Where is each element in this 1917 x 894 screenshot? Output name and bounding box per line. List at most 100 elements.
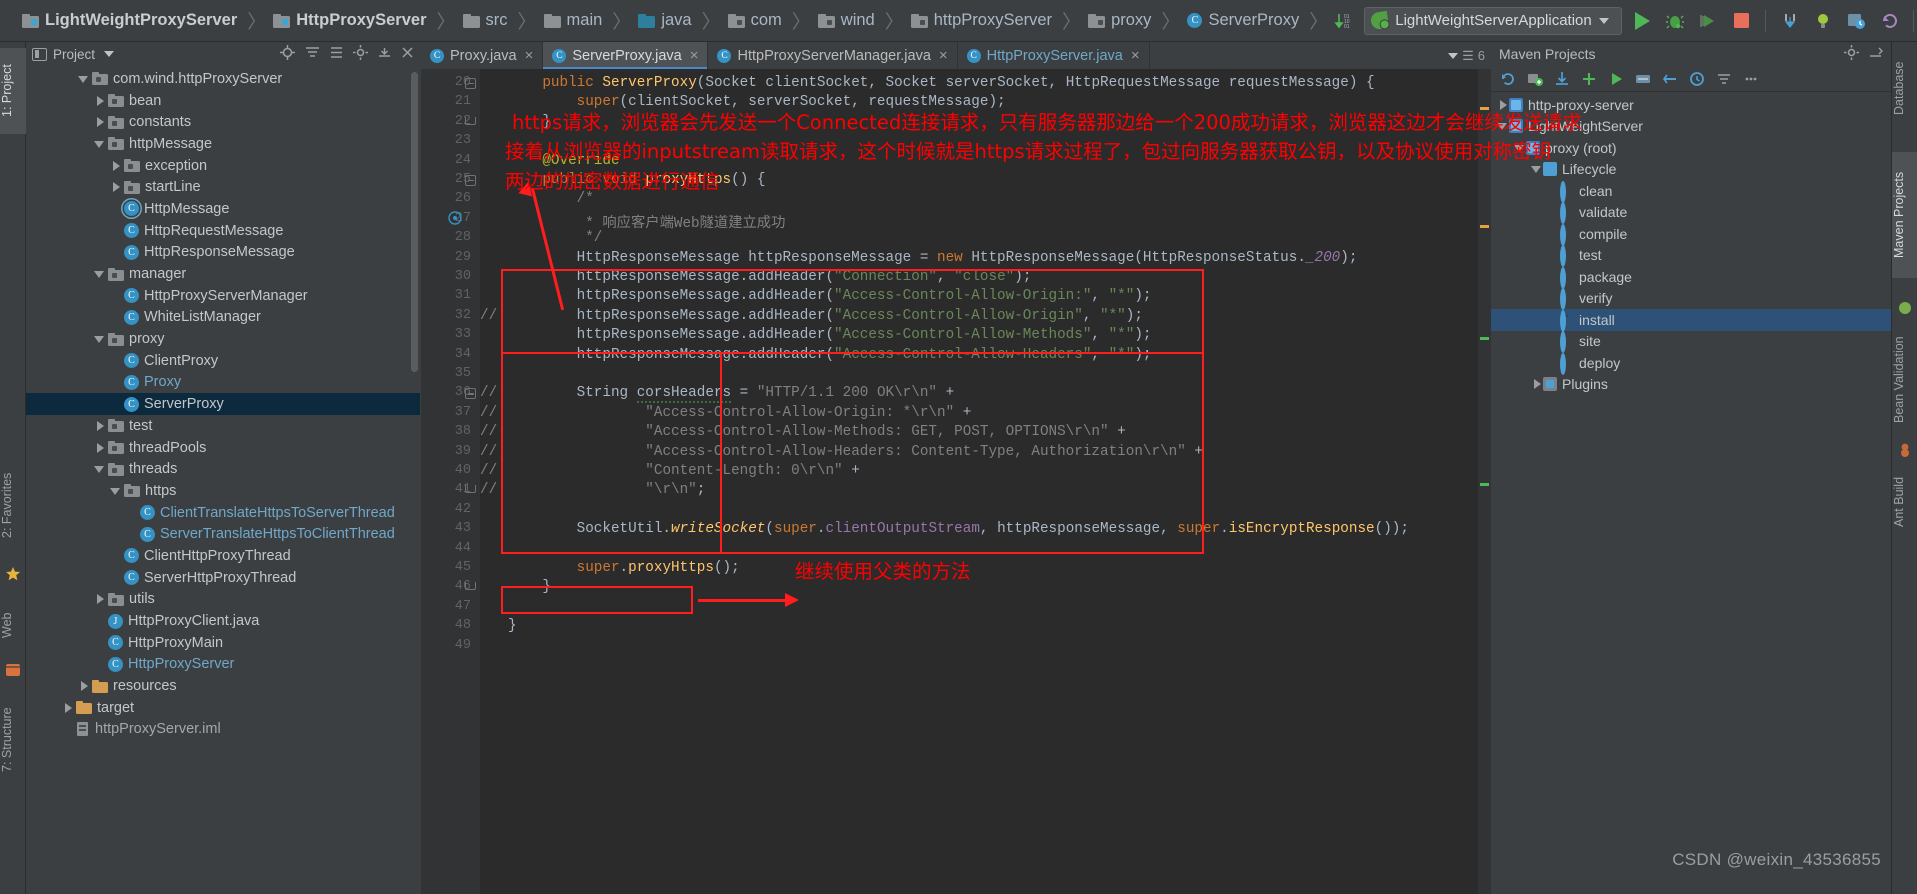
breadcrumb-item-lightweightproxyserver[interactable]: LightWeightProxyServer — [18, 0, 241, 42]
chevron-right-icon[interactable] — [1531, 378, 1543, 390]
collapse-all-icon[interactable] — [305, 45, 320, 63]
project-view-chevron-down-icon[interactable] — [104, 51, 115, 57]
close-icon[interactable]: × — [525, 47, 534, 64]
breadcrumb-item-serverproxy[interactable]: C ServerProxy — [1183, 0, 1303, 42]
chevron-down-icon[interactable] — [94, 268, 106, 280]
sort-numeric-icon[interactable]: 01 10 01 — [1331, 8, 1357, 34]
tree-item-threadpools[interactable]: threadPools — [26, 437, 420, 459]
maven-hide-icon[interactable] — [1869, 46, 1883, 63]
plus-icon[interactable] — [1581, 71, 1597, 87]
tree-item-clienthttpproxythread[interactable]: C ClientHttpProxyThread — [26, 545, 420, 567]
sidebar-item-maven-projects[interactable]: Maven Projects — [1892, 152, 1917, 278]
step-into-icon[interactable] — [1777, 8, 1803, 34]
collapse-icon[interactable] — [1716, 71, 1732, 87]
breadcrumb-item-main[interactable]: main — [540, 0, 607, 42]
more-options-icon[interactable] — [1743, 71, 1759, 87]
locate-icon[interactable] — [280, 45, 295, 63]
tree-item-httpproxyservermanager[interactable]: C HttpProxyServerManager — [26, 285, 420, 307]
tree-item-bean[interactable]: bean — [26, 90, 420, 112]
project-tree-scrollbar[interactable] — [411, 72, 418, 372]
tree-item-httpresponsemessage[interactable]: C HttpResponseMessage — [26, 242, 420, 264]
tree-item-com-wind-httpproxyserver[interactable]: com.wind.httpProxyServer — [26, 68, 420, 90]
chevron-right-icon[interactable] — [94, 420, 106, 432]
hide-icon[interactable] — [378, 46, 391, 62]
tree-item-startline[interactable]: startLine — [26, 176, 420, 198]
maven-item-test[interactable]: test — [1491, 245, 1891, 268]
editor-tab-overflow[interactable]: ☰ 6 — [1448, 42, 1491, 69]
marker-warning-2[interactable] — [1480, 225, 1489, 228]
code-fold-icon[interactable] — [465, 582, 476, 591]
editor-tab-serverproxy-java[interactable]: C ServerProxy.java × — [543, 42, 709, 69]
tree-item-resources[interactable]: resources — [26, 675, 420, 697]
execute-goal-icon[interactable] — [1689, 71, 1705, 87]
code-fold-icon[interactable] — [465, 485, 476, 494]
maven-item-deploy[interactable]: deploy — [1491, 352, 1891, 375]
close-icon[interactable]: × — [690, 47, 699, 64]
close-icon[interactable]: × — [1131, 47, 1140, 64]
tree-item-clienttranslatehttpstoserverthread[interactable]: C ClientTranslateHttpsToServerThread — [26, 502, 420, 524]
code-fold-icon[interactable] — [465, 388, 476, 400]
web-icon[interactable] — [5, 662, 21, 678]
maven-item-site[interactable]: site — [1491, 331, 1891, 354]
marker-change[interactable] — [1480, 337, 1489, 340]
hint-bulb-icon[interactable] — [1810, 8, 1836, 34]
breadcrumb-item-wind[interactable]: wind — [814, 0, 879, 42]
tree-item-httpproxyserver-iml[interactable]: httpProxyServer.iml — [26, 719, 420, 741]
tree-item-https[interactable]: https — [26, 480, 420, 502]
tree-item-threads[interactable]: threads — [26, 458, 420, 480]
run-method-gutter-icon[interactable] — [448, 211, 462, 225]
sidebar-item-database[interactable]: Database — [1892, 50, 1917, 126]
editor-tab-httpproxyservermanager-java[interactable]: C HttpProxyServerManager.java × — [708, 42, 958, 69]
tree-item-httpproxyclient-java[interactable]: J HttpProxyClient.java — [26, 610, 420, 632]
chevron-right-icon[interactable] — [62, 702, 74, 714]
screenshot-icon[interactable] — [1843, 8, 1869, 34]
tree-item-httpproxymain[interactable]: C HttpProxyMain — [26, 632, 420, 654]
maven-settings-gear-icon[interactable] — [1844, 45, 1859, 63]
tree-item-target[interactable]: target — [26, 697, 420, 719]
favorites-star-icon[interactable] — [5, 566, 21, 582]
editor-tab-httpproxyserver-java[interactable]: C HttpProxyServer.java × — [958, 42, 1150, 69]
sidebar-item-structure[interactable]: 7: Structure — [0, 692, 26, 788]
chevron-right-icon[interactable] — [78, 680, 90, 692]
code-fold-icon[interactable] — [465, 116, 476, 125]
breadcrumb-item-httpproxyserver[interactable]: httpProxyServer — [907, 0, 1056, 42]
close-icon[interactable] — [401, 46, 414, 62]
project-file-tree[interactable]: com.wind.httpProxyServer bean constants htt… — [26, 68, 420, 894]
run-icon[interactable] — [1629, 8, 1655, 34]
code-fold-icon[interactable] — [465, 175, 476, 186]
chevron-down-icon[interactable] — [94, 138, 106, 150]
chevron-down-icon[interactable] — [110, 485, 122, 497]
tree-item-serverproxy[interactable]: C ServerProxy — [26, 393, 420, 415]
marker-change-2[interactable] — [1480, 483, 1489, 486]
breadcrumb-item-httpproxyserver[interactable]: HttpProxyServer — [269, 0, 430, 42]
chevron-down-icon[interactable] — [1598, 17, 1609, 24]
settings-gear-icon[interactable] — [353, 45, 368, 63]
chevron-right-icon[interactable] — [110, 160, 122, 172]
chevron-right-icon[interactable] — [94, 95, 106, 107]
chevron-down-icon[interactable] — [1448, 52, 1459, 59]
tree-item-manager[interactable]: manager — [26, 263, 420, 285]
chevron-right-icon[interactable] — [94, 442, 106, 454]
download-sources-icon[interactable] — [1554, 71, 1570, 87]
breadcrumb-item-src[interactable]: src — [459, 0, 512, 42]
maven-item-package[interactable]: package — [1491, 266, 1891, 289]
tree-item-httprequestmessage[interactable]: C HttpRequestMessage — [26, 220, 420, 242]
sidebar-item-ant-build[interactable]: Ant Build — [1892, 464, 1917, 540]
add-maven-project-icon[interactable] — [1527, 71, 1543, 87]
run-with-coverage-icon[interactable] — [1695, 8, 1721, 34]
chevron-right-icon[interactable] — [94, 593, 106, 605]
run-maven-build-icon[interactable] — [1608, 71, 1624, 87]
expand-icon[interactable] — [330, 46, 343, 62]
tree-item-servertranslatehttpstoclientthread[interactable]: C ServerTranslateHttpsToClientThread — [26, 523, 420, 545]
tree-item-proxy[interactable]: proxy — [26, 328, 420, 350]
toggle-offline-icon[interactable] — [1635, 71, 1651, 87]
maven-item-clean[interactable]: clean — [1491, 180, 1891, 203]
tree-item-whitelistmanager[interactable]: C WhiteListManager — [26, 307, 420, 329]
skip-tests-icon[interactable] — [1662, 71, 1678, 87]
maven-item-plugins[interactable]: Plugins — [1491, 374, 1891, 396]
maven-item-compile[interactable]: compile — [1491, 223, 1891, 246]
debug-icon[interactable] — [1662, 8, 1688, 34]
sidebar-item-favorites[interactable]: 2: Favorites — [0, 452, 26, 558]
breadcrumb-item-proxy[interactable]: proxy — [1084, 0, 1155, 42]
refresh-icon[interactable] — [1500, 71, 1516, 87]
